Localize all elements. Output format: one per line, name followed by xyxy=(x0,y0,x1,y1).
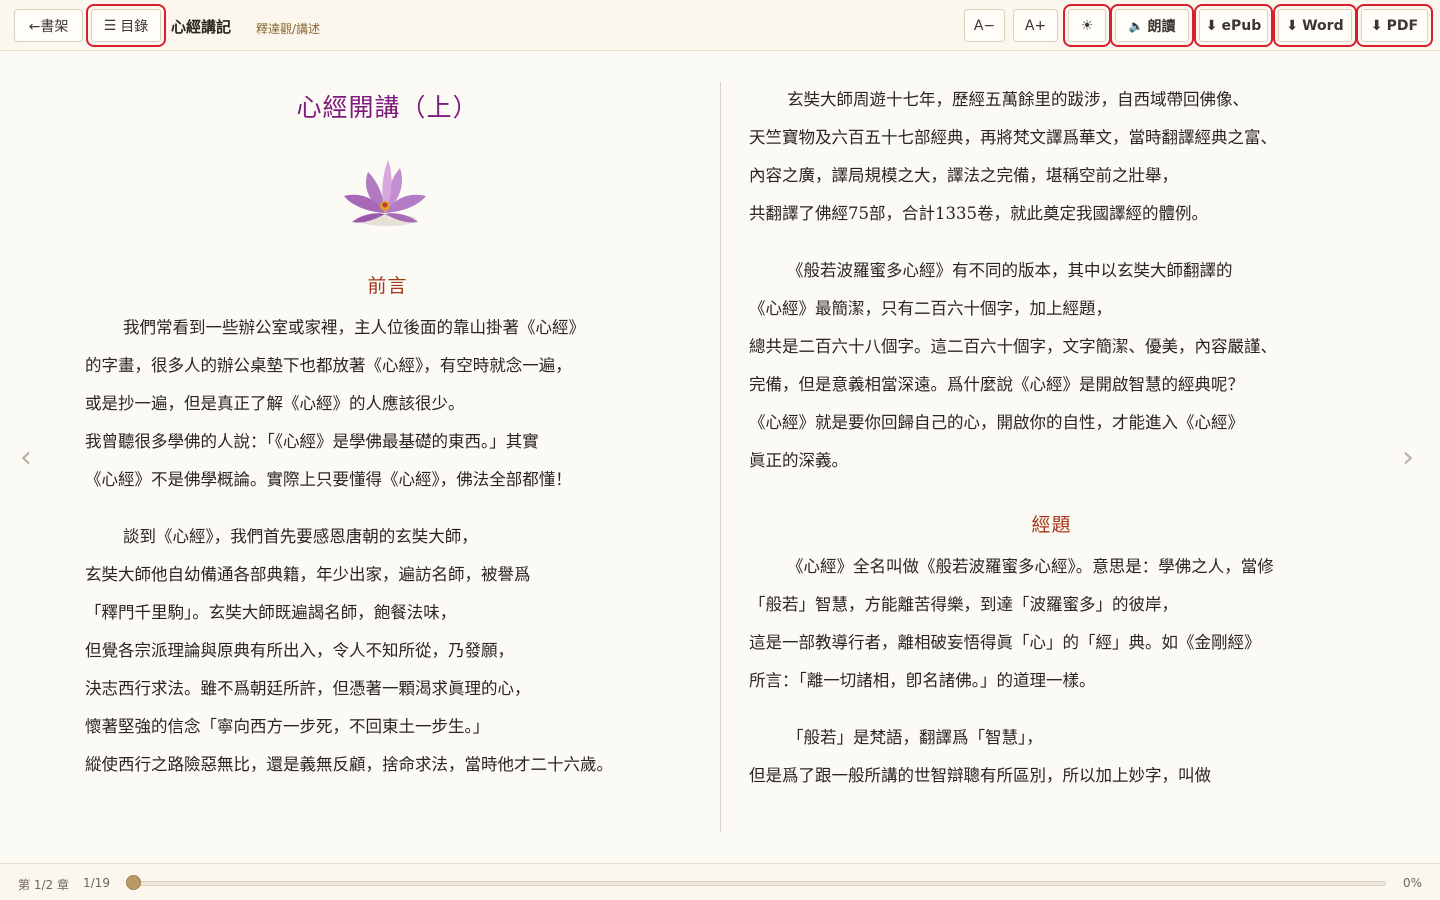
speaker-icon: 🔈 xyxy=(1128,18,1144,33)
book-title: 心經講記 xyxy=(171,18,232,36)
download-epub-button[interactable]: ⬇ ePub xyxy=(1194,4,1273,47)
epub-label: ePub xyxy=(1221,17,1262,34)
footer-progress-bar: 第 1/2 章 1/19 0% xyxy=(0,863,1440,900)
prev-page-arrow-icon[interactable]: ‹ xyxy=(20,440,32,475)
paragraph-line: 或是抄一遍，但是真正了解《心經》的人應該很少。 xyxy=(85,394,465,413)
progress-slider-thumb[interactable] xyxy=(126,875,141,890)
paragraph-line: 《般若波羅蜜多心經》有不同的版本，其中以玄奘大師翻譯的 xyxy=(787,261,1233,280)
paragraph-line: 所言：「離一切諸相，卽名諸佛。」的道理一樣。 xyxy=(749,671,1096,690)
paragraph-line: 「釋門千里駒」。玄奘大師既遍謁名師，飽餐法味， xyxy=(85,603,457,622)
theme-toggle-button[interactable]: ☀ xyxy=(1063,4,1111,47)
paragraph-line: 「般若」是梵語，翻譯爲「智慧」， xyxy=(787,728,1043,747)
paragraph-line: 《心經》最簡潔，只有二百六十個字，加上經題， xyxy=(749,299,1112,318)
paragraph-line: 但覺各宗派理論與原典有所出入，令人不知所從，乃發願， xyxy=(85,641,514,660)
word-label: Word xyxy=(1302,17,1344,34)
paragraph-line: 「般若」智慧，方能離苦得樂，到達「波羅蜜多」的彼岸， xyxy=(749,595,1178,614)
download-icon: ⬇ xyxy=(1370,17,1383,34)
paragraph-line: 的字畫，很多人的辦公桌墊下也都放著《心經》，有空時就念一遍， xyxy=(85,356,572,375)
paragraph-line: 我們常看到一些辦公室或家裡，主人位後面的靠山掛著《心經》 xyxy=(123,318,585,337)
section-heading-sutra-title: 經題 xyxy=(1031,514,1072,536)
download-icon: ⬇ xyxy=(1205,17,1218,34)
paragraph-line: 《心經》不是佛學概論。實際上只要懂得《心經》，佛法全部都懂！ xyxy=(85,470,572,489)
right-page: 玄奘大師周遊十七年，歷經五萬餘里的跋涉，自西域帶回佛像、 天竺寶物及六百五十七部… xyxy=(749,60,1369,840)
paragraph-line: 決志西行求法。雖不爲朝廷所許，但憑著一顆渴求眞理的心， xyxy=(85,679,531,698)
toolbar: ←書架 ☰ 目錄 心經講記 釋達觀/講述 A− A+ ☀ 🔈 朗讀 ⬇ ePub… xyxy=(0,0,1440,51)
progress-percent: 0% xyxy=(1402,876,1422,890)
font-larger-button[interactable]: A+ xyxy=(1013,9,1058,42)
page-divider xyxy=(720,82,721,832)
lotus-flower-icon xyxy=(344,160,426,226)
progress-slider-track[interactable] xyxy=(130,881,1386,886)
next-page-arrow-icon[interactable]: › xyxy=(1402,440,1414,475)
read-aloud-label: 朗讀 xyxy=(1147,18,1176,35)
font-smaller-button[interactable]: A− xyxy=(964,9,1005,42)
chapter-indicator: 第 1/2 章 xyxy=(18,878,69,892)
paragraph-line: 天竺寶物及六百五十七部經典，再將梵文譯爲華文，當時翻譯經典之富、 xyxy=(749,128,1277,147)
paragraph-line: 總共是二百六十八個字。這二百六十個字，文字簡潔、優美，內容嚴謹、 xyxy=(749,337,1277,356)
download-word-button[interactable]: ⬇ Word xyxy=(1273,4,1357,47)
download-icon: ⬇ xyxy=(1286,17,1299,34)
back-to-bookshelf-button[interactable]: ←書架 xyxy=(14,9,83,42)
book-author: 釋達觀/講述 xyxy=(256,22,321,36)
section-heading-preface: 前言 xyxy=(367,275,408,297)
back-label: ←書架 xyxy=(28,18,69,35)
paragraph-line: 但是爲了跟一般所講的世智辯聰有所區別，所以加上妙字，叫做 xyxy=(749,766,1211,785)
sun-icon: ☀ xyxy=(1080,17,1094,34)
menu-icon: ☰ xyxy=(103,17,117,34)
paragraph-line: 這是一部教導行者，離相破妄悟得眞「心」的「經」典。如《金剛經》 xyxy=(749,633,1261,652)
paragraph-line: 《心經》就是要你回歸自己的心，開啟你的自性，才能進入《心經》 xyxy=(749,413,1244,432)
left-page: 心經開講（上） 前言 我們常看到一些辦公室或家裡，主人位後面的靠山掛著《心經》 … xyxy=(85,60,665,840)
paragraph-line: 懷著堅強的信念「寧向西方一步死，不回東土一步生。」 xyxy=(85,717,490,736)
paragraph-line: 內容之廣，譯局規模之大，譯法之完備，堪稱空前之壯舉， xyxy=(749,166,1178,185)
paragraph-line: 談到《心經》，我們首先要感恩唐朝的玄奘大師， xyxy=(123,527,478,546)
paragraph-line: 眞正的深義。 xyxy=(749,451,848,470)
paragraph-line: 玄奘大師他自幼備通各部典籍，年少出家，遍訪名師，被譽爲 xyxy=(85,565,531,584)
chapter-title: 心經開講（上） xyxy=(296,93,479,122)
paragraph-line: 《心經》全名叫做《般若波羅蜜多心經》。意思是：學佛之人，當修 xyxy=(787,557,1274,576)
font-larger-label: A+ xyxy=(1024,17,1047,34)
paragraph-line: 共翻譯了佛經75部，合計1335卷，就此奠定我國譯經的體例。 xyxy=(749,204,1208,223)
font-smaller-label: A− xyxy=(973,17,996,34)
paragraph-line: 縱使西行之路險惡無比，還是義無反顧，捨命求法，當時他才二十六歲。 xyxy=(85,755,613,774)
page-indicator: 1/19 xyxy=(83,876,110,890)
toc-label: 目錄 xyxy=(120,18,149,35)
paragraph-line: 完備，但是意義相當深遠。爲什麼說《心經》是開啟智慧的經典呢？ xyxy=(749,375,1244,394)
paragraph-line: 玄奘大師周遊十七年，歷經五萬餘里的跋涉，自西域帶回佛像、 xyxy=(787,90,1249,109)
pdf-label: PDF xyxy=(1386,17,1419,34)
download-pdf-button[interactable]: ⬇ PDF xyxy=(1356,4,1433,47)
toc-button[interactable]: ☰ 目錄 xyxy=(86,4,166,47)
read-aloud-button[interactable]: 🔈 朗讀 xyxy=(1110,4,1194,47)
paragraph-line: 我曾聽很多學佛的人說：「《心經》是學佛最基礎的東西。」其實 xyxy=(85,432,539,451)
